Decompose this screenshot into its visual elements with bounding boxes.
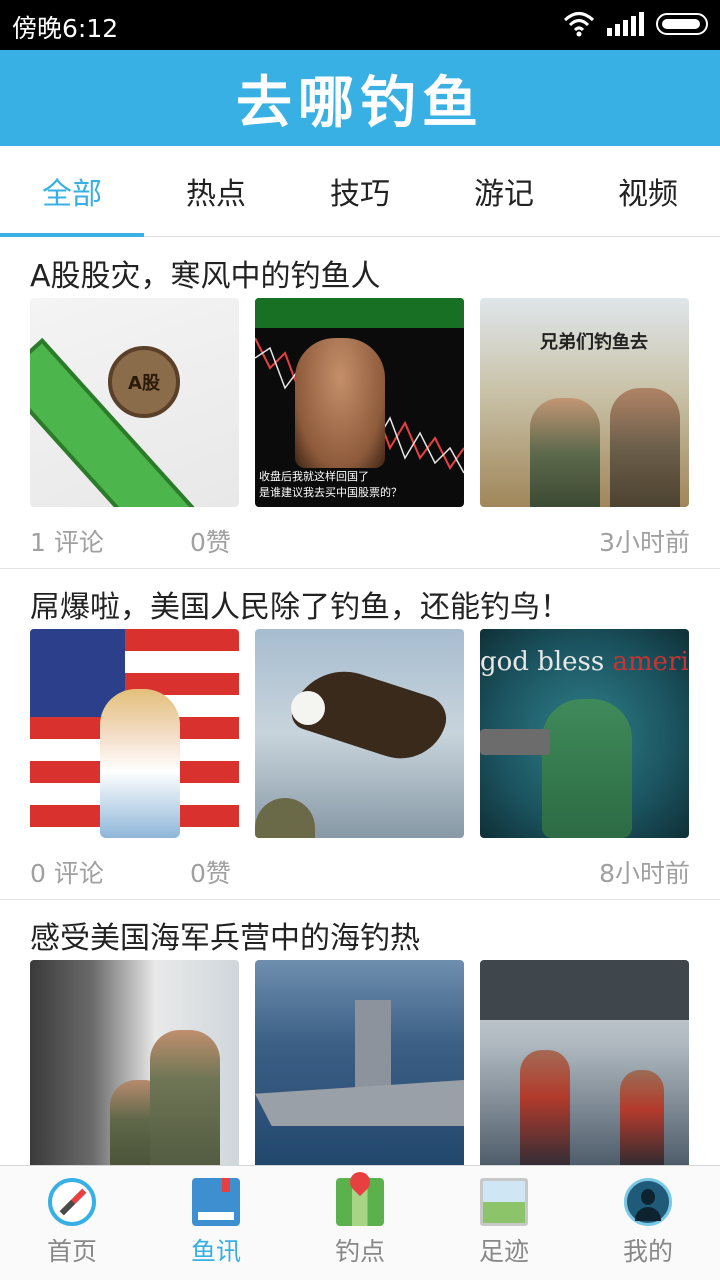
post-thumbnails [30,960,689,1165]
eagle-head-graphic [291,691,325,725]
post-time: 3小时前 [599,528,690,557]
battery-icon [656,13,708,35]
post-item[interactable]: A股股灾，寒风中的钓鱼人 A股 收盘后我就这样回国了 是谁建议我去买中国股票的？… [0,238,720,569]
avatar-icon [624,1178,672,1226]
post-thumbnail[interactable] [255,960,464,1165]
news-feed: A股股灾，寒风中的钓鱼人 A股 收盘后我就这样回国了 是谁建议我去买中国股票的？… [0,238,720,1165]
tab-tips[interactable]: 技巧 [288,146,432,236]
post-thumbnail[interactable] [255,629,464,838]
caption-part: god bless [480,647,613,677]
app-title: 去哪钓鱼 [236,70,484,136]
gun-graphic [480,729,550,755]
nav-profile[interactable]: 我的 [576,1166,720,1280]
bottom-navigation: 首页 鱼讯 钓点 足迹 我的 [0,1165,720,1280]
post-item[interactable]: 屌爆啦，美国人民除了钓鱼，还能钓鸟！ god bless america 0 评… [0,569,720,900]
post-title[interactable]: A股股灾，寒风中的钓鱼人 [30,251,381,295]
nav-news[interactable]: 鱼讯 [144,1166,288,1280]
app-header: 去哪钓鱼 [0,50,720,146]
tab-all[interactable]: 全部 [0,146,144,237]
person-graphic [100,689,180,838]
post-item[interactable]: 感受美国海军兵营中的海钓热 [0,900,720,1165]
post-thumbnails: god bless america [30,629,689,838]
post-time: 8小时前 [599,859,690,888]
statue-graphic [542,699,632,838]
status-time: 傍晚6:12 [12,14,119,43]
post-title[interactable]: 屌爆啦，美国人民除了钓鱼，还能钓鸟！ [30,582,570,626]
category-tabs: 全部 热点 技巧 游记 视频 [0,146,720,237]
book-icon [192,1178,240,1226]
post-thumbnail[interactable] [30,629,239,838]
ship-tower-graphic [355,1000,391,1090]
rock-graphic [255,798,315,838]
status-bar: 傍晚6:12 [0,0,720,50]
post-thumbnail[interactable]: 兄弟们钓鱼去 [480,298,689,507]
post-thumbnails: A股 收盘后我就这样回国了 是谁建议我去买中国股票的？ 兄弟们钓鱼去 [30,298,689,507]
signal-icon [607,12,644,36]
ship-hull-graphic [255,1080,464,1126]
thumbnail-caption: 收盘后我就这样回国了 是谁建议我去买中国股票的？ [259,470,402,499]
post-title[interactable]: 感受美国海军兵营中的海钓热 [30,913,420,957]
comment-count[interactable]: 1 评论 [30,523,104,559]
map-pin-icon [336,1178,384,1226]
status-icons [563,11,708,37]
person-graphic [620,1070,664,1165]
thumbnail-caption: god bless america [480,647,689,677]
nav-spots[interactable]: 钓点 [288,1166,432,1280]
nav-label: 我的 [622,1237,673,1266]
post-meta: 0 评论 0赞 8小时前 [30,854,690,888]
nav-footprints[interactable]: 足迹 [432,1166,576,1280]
tab-hot[interactable]: 热点 [144,146,288,236]
nav-home[interactable]: 首页 [0,1166,144,1280]
person-graphic [150,1030,220,1165]
tab-travel[interactable]: 游记 [432,146,576,236]
post-thumbnail[interactable]: 收盘后我就这样回国了 是谁建议我去买中国股票的？ [255,298,464,507]
caption-part: america [612,647,689,677]
post-meta: 1 评论 0赞 3小时前 [30,523,690,557]
person-graphic [520,1050,570,1165]
post-thumbnail[interactable]: god bless america [480,629,689,838]
like-count[interactable]: 0赞 [190,523,231,559]
comment-count[interactable]: 0 评论 [30,854,104,890]
like-count[interactable]: 0赞 [190,854,231,890]
person-graphic [610,388,680,507]
deck-graphic [480,960,689,1020]
post-thumbnail[interactable] [480,960,689,1165]
nav-label: 鱼讯 [190,1237,241,1266]
thumbnail-caption: 兄弟们钓鱼去 [540,332,648,353]
nav-label: 首页 [46,1237,97,1266]
compass-icon [48,1178,96,1226]
post-thumbnail[interactable]: A股 [30,298,239,507]
tab-video[interactable]: 视频 [576,146,720,236]
person-graphic [295,338,385,468]
nav-label: 钓点 [334,1237,385,1266]
person-graphic [530,398,600,507]
coin-graphic: A股 [108,346,180,418]
wifi-icon [563,12,595,37]
nav-label: 足迹 [478,1237,529,1266]
post-thumbnail[interactable] [30,960,239,1165]
photo-icon [480,1178,528,1226]
